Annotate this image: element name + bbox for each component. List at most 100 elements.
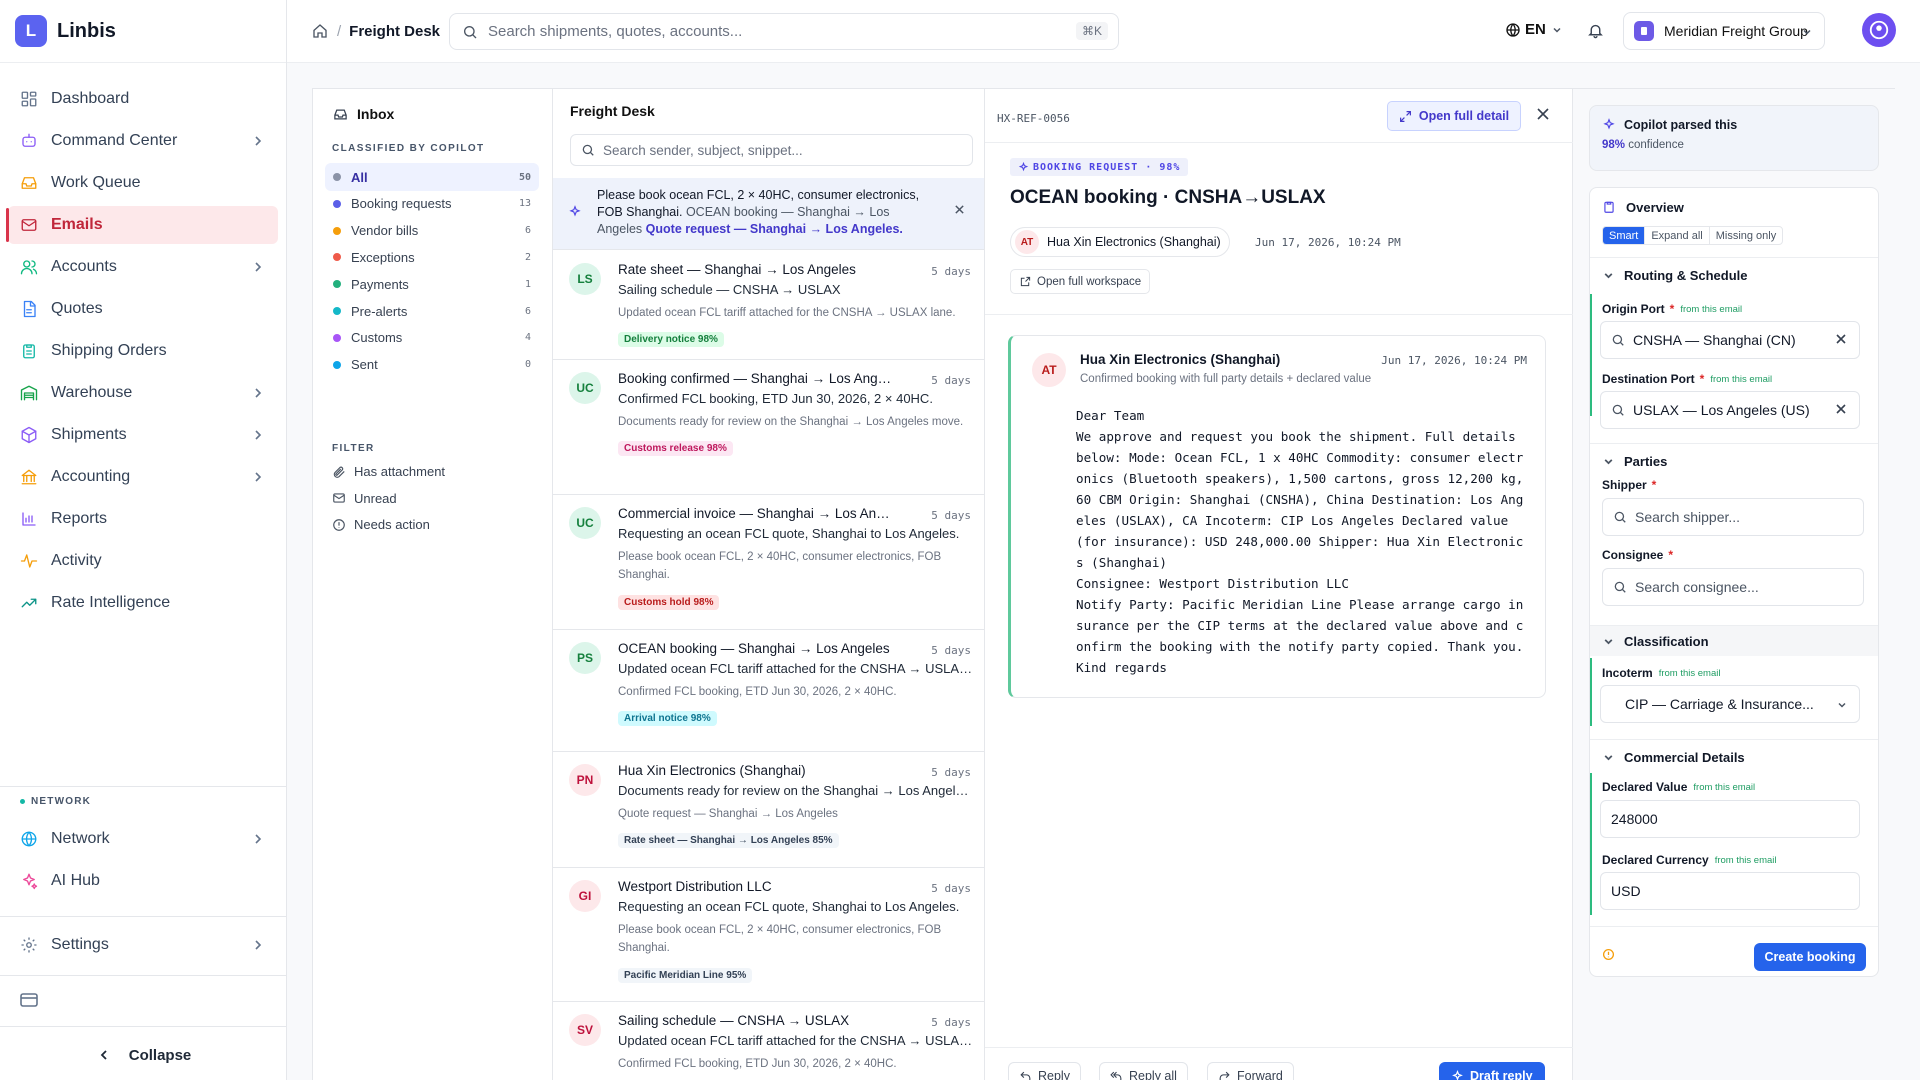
folder-item[interactable]: All 50 (325, 163, 539, 191)
close-icon[interactable] (954, 204, 965, 215)
open-full-detail-button[interactable]: Open full detail (1387, 101, 1521, 131)
message-row[interactable]: LS Rate sheet — Shanghai → Los Angeles 5 d… (553, 251, 984, 360)
draft-reply-button[interactable]: Draft reply (1439, 1062, 1545, 1080)
open-workspace-label: Open full workspace (1037, 275, 1142, 288)
home-icon[interactable] (311, 22, 329, 40)
message-subject: Confirmed FCL booking, ETD Jun 30, 2026,… (618, 391, 933, 406)
sidebar-item-accounting[interactable]: Accounting (8, 458, 278, 496)
sidebar-item-ai-hub[interactable]: AI Hub (8, 862, 278, 900)
folder-count: 13 (518, 198, 531, 210)
copilot-banner[interactable]: Please book ocean FCL, 2 × 40HC, consume… (553, 178, 984, 250)
sidebar-item-warehouse[interactable]: Warehouse (8, 374, 278, 412)
clear-icon[interactable] (1835, 333, 1849, 347)
section-commercial[interactable]: Commercial Details (1602, 750, 1745, 765)
folder-item[interactable]: Booking requests 13 (325, 190, 539, 218)
incoterm-select[interactable]: CIP — Carriage & Insurance... (1600, 685, 1860, 723)
reply-all-button[interactable]: Reply all (1099, 1062, 1188, 1080)
folder-item[interactable]: Sent 0 (325, 351, 539, 379)
filter-item[interactable]: Has attachment (332, 464, 445, 479)
filter-item[interactable]: Unread (332, 491, 397, 506)
sidebar-item-network[interactable]: Network (8, 820, 278, 858)
email-message-card: AT Hua Xin Electronics (Shanghai) Jun 17… (1008, 335, 1546, 698)
filter-item[interactable]: Needs action (332, 517, 430, 532)
sidebar-item-label: Shipping Orders (51, 342, 167, 359)
clear-icon[interactable] (1835, 403, 1849, 417)
search-icon (1613, 510, 1627, 524)
mode-smart[interactable]: Smart (1603, 227, 1646, 244)
brand[interactable]: L Linbis (0, 0, 286, 63)
sidebar-item-label: Accounting (51, 468, 131, 485)
consignee-field[interactable] (1602, 568, 1864, 606)
sidebar-item-reports[interactable]: Reports (8, 500, 278, 538)
sidebar-item-label: Rate Intelligence (51, 594, 171, 611)
sidebar-item-emails[interactable]: Emails (6, 206, 278, 244)
collapse-button[interactable]: Collapse (0, 1040, 286, 1070)
sender-avatar: PN (569, 764, 601, 796)
message-row[interactable]: PS OCEAN booking — Shanghai → Los Angeles… (553, 630, 984, 752)
field-label: Shipper (1602, 478, 1647, 492)
create-booking-button[interactable]: Create booking (1754, 943, 1866, 971)
section-routing[interactable]: Routing & Schedule (1602, 268, 1748, 283)
folder-item[interactable]: Pre-alerts 6 (325, 297, 539, 325)
message-row[interactable]: UC Commercial invoice — Shanghai → Los An… (553, 495, 984, 630)
global-search[interactable]: ⌘K (449, 13, 1119, 50)
shipper-input[interactable] (1635, 509, 1795, 525)
message-row[interactable]: UC Booking confirmed — Shanghai → Los Ang… (553, 360, 984, 495)
parsed-title: Copilot parsed this (1624, 118, 1738, 132)
shipper-field[interactable] (1602, 498, 1864, 536)
sidebar-item-label: Dashboard (51, 90, 130, 107)
sidebar-item-shipments[interactable]: Shipments (8, 416, 278, 454)
sidebar-item-dashboard[interactable]: Dashboard (8, 80, 278, 118)
message-row[interactable]: SV Sailing schedule — CNSHA → USLAX 5 days… (553, 1002, 984, 1080)
sidebar-item-rate-intelligence[interactable]: Rate Intelligence (8, 584, 278, 622)
message-snippet: Please book ocean FCL, 2 × 40HC, consume… (618, 924, 942, 954)
mode-expand-all[interactable]: Expand all (1645, 227, 1710, 244)
message-snippet: Quote request — Shanghai → Los Angeles (618, 808, 838, 820)
banner-link[interactable]: Quote request — Shanghai → Los Angeles. (646, 222, 903, 236)
bell-icon[interactable] (1587, 22, 1604, 39)
destination-port-field[interactable]: USLAX — Los Angeles (US) (1600, 391, 1860, 429)
reply-button[interactable]: Reply (1008, 1062, 1081, 1080)
open-full-workspace-button[interactable]: Open full workspace (1010, 269, 1151, 294)
sender-chip[interactable]: AT Hua Xin Electronics (Shanghai) (1010, 227, 1230, 257)
sidebar-item-settings[interactable]: Settings (8, 926, 278, 964)
close-icon[interactable] (1537, 108, 1549, 120)
user-avatar[interactable] (1862, 13, 1896, 47)
booking-form: Overview Smart Expand all Missing only R… (1589, 187, 1879, 977)
folder-item[interactable]: Exceptions 2 (325, 243, 539, 271)
mode-missing-only[interactable]: Missing only (1710, 227, 1783, 244)
message-row[interactable]: GI Westport Distribution LLC 5 days Request… (553, 868, 984, 1002)
sidebar-item-shipping-orders[interactable]: Shipping Orders (8, 332, 278, 370)
sidebar-item-activity[interactable]: Activity (8, 542, 278, 580)
origin-port-field[interactable]: CNSHA — Shanghai (CN) (1600, 321, 1860, 359)
declared-value-field[interactable]: 248000 (1600, 800, 1860, 838)
list-search[interactable] (570, 134, 973, 166)
sidebar-item-quotes[interactable]: Quotes (8, 290, 278, 328)
sidebar-item-command-center[interactable]: Command Center (8, 122, 278, 160)
folder-item[interactable]: Payments 1 (325, 270, 539, 298)
consignee-input[interactable] (1635, 579, 1795, 595)
org-switcher[interactable]: Meridian Freight Group (1623, 12, 1825, 50)
section-label: Classification (1624, 634, 1709, 649)
section-parties[interactable]: Parties (1602, 454, 1667, 469)
filter-label: Has attachment (354, 464, 446, 479)
declared-currency-field[interactable]: USD (1600, 872, 1860, 910)
destination-port-value: USLAX — Los Angeles (US) (1633, 402, 1810, 418)
list-search-input[interactable] (603, 142, 943, 158)
message-row[interactable]: PN Hua Xin Electronics (Shanghai) 5 days Do… (553, 752, 984, 868)
sidebar-item-accounts[interactable]: Accounts (8, 248, 278, 286)
section-classification[interactable]: Classification (1602, 634, 1709, 649)
card-icon[interactable] (20, 993, 38, 1007)
filter-label: FILTER (332, 443, 375, 454)
sparkles-icon (1018, 161, 1029, 173)
inbox-title[interactable]: Inbox (331, 105, 394, 123)
language-selector[interactable]: EN (1505, 21, 1562, 38)
forward-button[interactable]: Forward (1207, 1062, 1294, 1080)
folder-item[interactable]: Vendor bills 6 (325, 217, 539, 245)
sender-avatar: LS (569, 263, 601, 295)
folder-count: 6 (524, 225, 531, 237)
folder-item[interactable]: Customs 4 (325, 324, 539, 352)
message-snippet: Please book ocean FCL, 2 × 40HC, consume… (618, 551, 942, 581)
sidebar-item-work-queue[interactable]: Work Queue (8, 164, 278, 202)
global-search-input[interactable] (488, 23, 1048, 40)
